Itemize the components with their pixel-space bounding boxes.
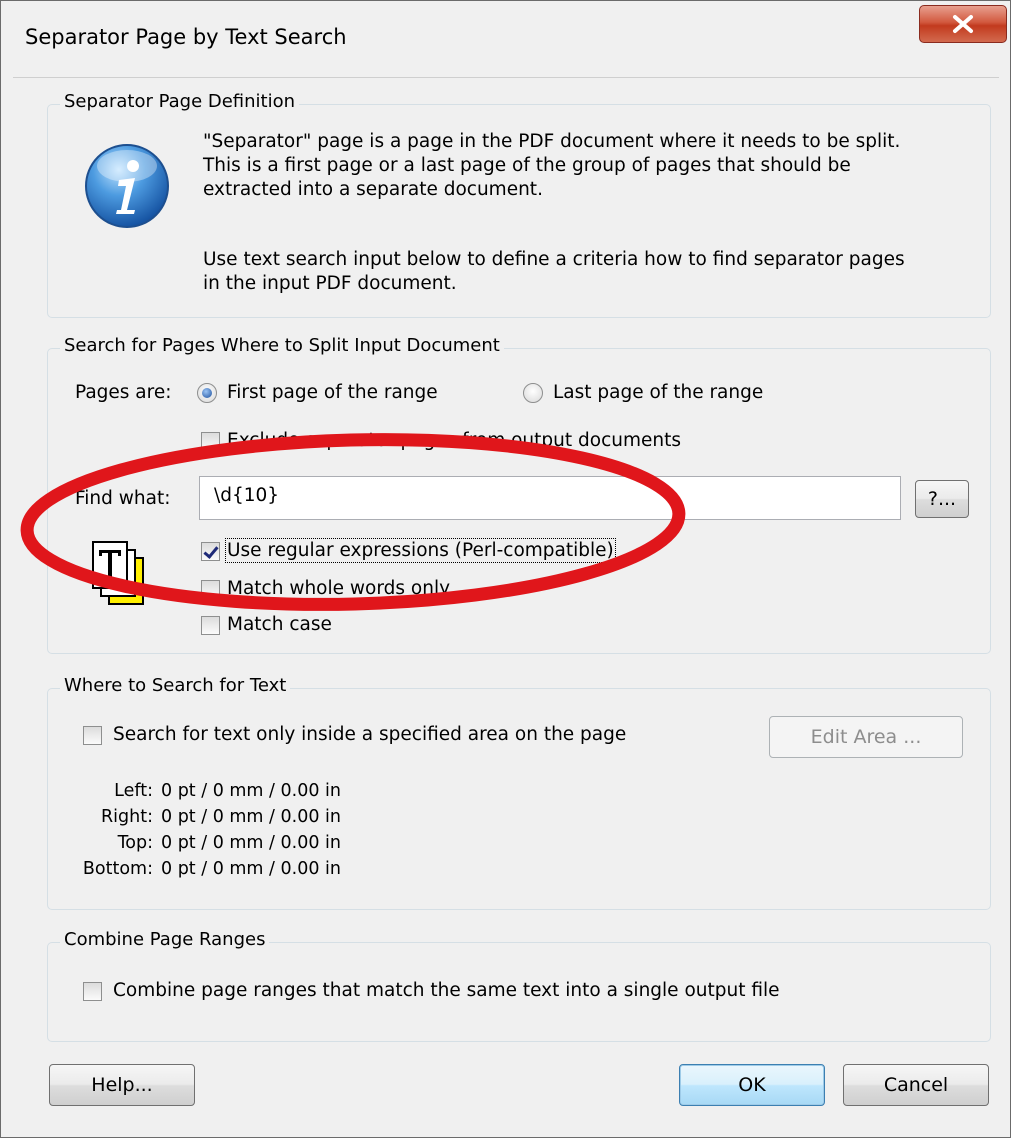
top-value: 0 pt / 0 mm / 0.00 in xyxy=(161,833,341,853)
right-value: 0 pt / 0 mm / 0.00 in xyxy=(161,807,341,827)
regex-help-button[interactable]: ?... xyxy=(915,480,969,518)
window-title: Separator Page by Text Search xyxy=(25,25,347,49)
cancel-button-label: Cancel xyxy=(883,1074,949,1096)
regex-help-button-label: ?... xyxy=(927,488,957,510)
bottom-value: 0 pt / 0 mm / 0.00 in xyxy=(161,859,341,879)
use-regex-label[interactable]: Use regular expressions (Perl-compatible… xyxy=(225,538,616,563)
help-button-label: Help... xyxy=(91,1074,153,1096)
group-label-combine: Combine Page Ranges xyxy=(60,929,270,950)
dialog-client-area: Separator Page Definition "Separator" pa… xyxy=(13,77,999,1127)
bottom-label: Bottom: xyxy=(82,859,153,879)
title-bar: Separator Page by Text Search xyxy=(1,1,1010,81)
combine-ranges-checkbox[interactable] xyxy=(83,982,102,1001)
definition-paragraph-2: Use text search input below to define a … xyxy=(203,248,983,296)
radio-last-page[interactable] xyxy=(523,383,543,403)
combine-ranges-label[interactable]: Combine page ranges that match the same … xyxy=(113,980,780,1001)
area-only-label[interactable]: Search for text only inside a specified … xyxy=(113,724,626,745)
pages-are-label: Pages are: xyxy=(75,382,172,403)
cancel-button[interactable]: Cancel xyxy=(843,1064,989,1106)
left-value: 0 pt / 0 mm / 0.00 in xyxy=(161,781,341,801)
find-what-input[interactable]: \d{10} xyxy=(199,476,901,520)
info-icon xyxy=(85,144,169,228)
exclude-separator-checkbox[interactable] xyxy=(201,432,220,451)
match-whole-words-label[interactable]: Match whole words only xyxy=(227,578,450,599)
match-case-checkbox[interactable] xyxy=(201,616,220,635)
help-button[interactable]: Help... xyxy=(49,1064,195,1106)
radio-last-page-label[interactable]: Last page of the range xyxy=(553,382,763,403)
use-regex-checkbox[interactable] xyxy=(201,542,220,561)
ok-button-label: OK xyxy=(738,1074,766,1096)
radio-first-page-label[interactable]: First page of the range xyxy=(227,382,438,403)
text-find-icon xyxy=(92,541,144,605)
definition-line: extracted into a separate document. xyxy=(203,179,543,200)
close-icon xyxy=(953,15,973,33)
definition-line: "Separator" page is a page in the PDF do… xyxy=(203,131,901,152)
right-label: Right: xyxy=(101,807,153,827)
definition-line: This is a first page or a last page of t… xyxy=(203,155,851,176)
radio-first-page[interactable] xyxy=(197,383,217,403)
edit-area-button-label: Edit Area ... xyxy=(810,726,922,748)
dialog-window: Separator Page by Text Search Separator … xyxy=(0,0,1011,1138)
ok-button[interactable]: OK xyxy=(679,1064,825,1106)
find-what-label: Find what: xyxy=(75,488,171,509)
definition-line: Use text search input below to define a … xyxy=(203,249,905,270)
definition-paragraph-1: "Separator" page is a page in the PDF do… xyxy=(203,130,983,202)
match-case-label[interactable]: Match case xyxy=(227,614,332,635)
group-label-where: Where to Search for Text xyxy=(60,675,291,696)
top-label: Top: xyxy=(117,833,153,853)
match-whole-words-checkbox[interactable] xyxy=(201,580,220,599)
close-button[interactable] xyxy=(919,5,1007,43)
group-label-definition: Separator Page Definition xyxy=(60,91,300,112)
edit-area-button[interactable]: Edit Area ... xyxy=(769,716,963,758)
exclude-separator-label[interactable]: Exclude separator pages from output docu… xyxy=(227,430,681,451)
definition-line: in the input PDF document. xyxy=(203,273,457,294)
find-what-value: \d{10} xyxy=(214,485,280,506)
area-only-checkbox[interactable] xyxy=(83,726,102,745)
left-label: Left: xyxy=(114,781,153,801)
group-label-search: Search for Pages Where to Split Input Do… xyxy=(60,335,504,356)
